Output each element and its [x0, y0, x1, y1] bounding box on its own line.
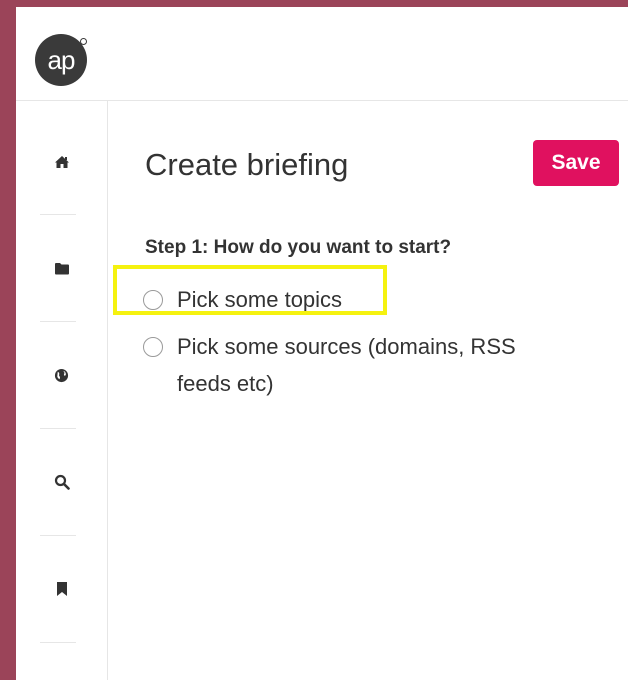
- bookmark-icon: [56, 582, 67, 596]
- option-pick-sources[interactable]: Pick some sources (domains, RSS feeds et…: [143, 328, 563, 402]
- radio-pick-sources[interactable]: [143, 337, 163, 357]
- sidebar-item-bookmark[interactable]: [16, 536, 107, 642]
- top-bar: ap: [16, 7, 628, 101]
- main-content: Create briefing Save Step 1: How do you …: [108, 101, 628, 680]
- highlight-box: [113, 265, 387, 315]
- folder-icon: [54, 262, 69, 274]
- search-icon: [54, 474, 70, 490]
- sidebar-item-folder[interactable]: [16, 215, 107, 321]
- save-button[interactable]: Save: [533, 140, 619, 186]
- sidebar-item-home[interactable]: [16, 109, 107, 215]
- logo-dot: [80, 38, 87, 45]
- globe-icon: [54, 368, 69, 382]
- logo-text: ap: [47, 44, 76, 75]
- sidebar-item-search[interactable]: [16, 429, 107, 535]
- option-label: Pick some sources (domains, RSS feeds et…: [177, 334, 516, 396]
- home-icon: [54, 156, 69, 168]
- page-title: Create briefing: [145, 147, 349, 182]
- app-window: ap Create briefing Save Step 1: How do y…: [16, 7, 628, 680]
- sidebar-item-globe[interactable]: [16, 322, 107, 428]
- app-logo[interactable]: ap: [35, 34, 87, 86]
- step-label: Step 1: How do you want to start?: [145, 237, 452, 258]
- nav-divider: [40, 642, 76, 643]
- sidebar: [16, 101, 108, 680]
